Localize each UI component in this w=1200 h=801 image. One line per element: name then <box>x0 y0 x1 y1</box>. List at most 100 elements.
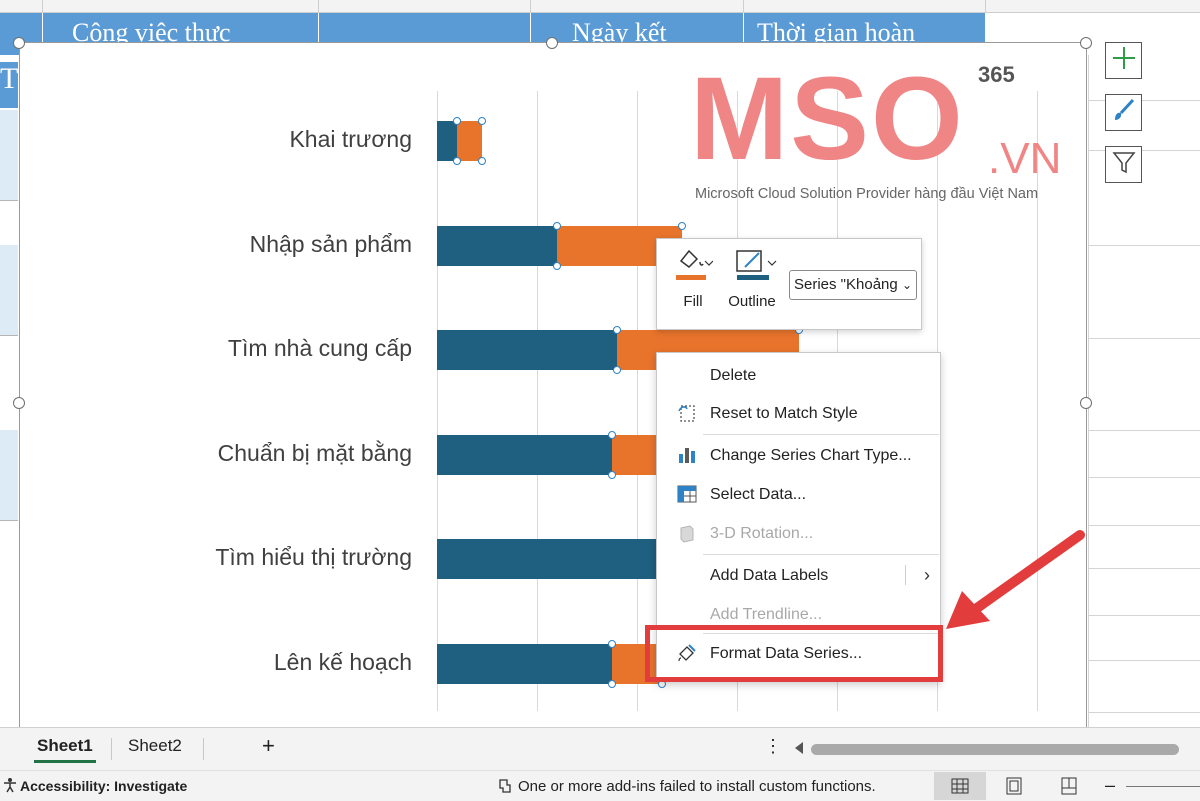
selection-handle[interactable] <box>678 221 686 230</box>
column-header-separator <box>42 0 43 12</box>
accessibility-status[interactable]: Accessibility: Investigate <box>20 778 187 794</box>
cell[interactable] <box>0 155 18 201</box>
plus-icon <box>1111 45 1137 76</box>
fill-button[interactable]: Fill <box>673 245 714 310</box>
category-label: Tìm nhà cung cấp <box>227 335 412 361</box>
status-bar: Accessibility: Investigate One or more a… <box>0 770 1200 801</box>
outline-button[interactable]: Outline <box>723 245 781 310</box>
active-tab-indicator <box>34 760 96 763</box>
gridline <box>1088 660 1200 661</box>
chart-gridline <box>537 91 538 711</box>
menu-item-delete[interactable]: Delete <box>657 357 940 393</box>
bar-duration-segment[interactable] <box>612 434 662 475</box>
zoom-out-button[interactable]: – <box>1105 775 1115 796</box>
tab-sheet2[interactable]: Sheet2 <box>128 736 182 756</box>
selection-handle[interactable] <box>553 261 561 270</box>
selection-handle[interactable] <box>608 470 616 479</box>
selection-handle[interactable] <box>613 326 621 334</box>
selection-handle[interactable] <box>553 221 561 230</box>
highlight-box <box>645 625 943 682</box>
page-layout-icon[interactable] <box>1005 777 1023 799</box>
category-label: Lên kế hoạch <box>273 648 412 675</box>
fill-color-swatch <box>676 275 706 280</box>
selection-handle[interactable] <box>613 366 621 374</box>
reset-style-icon <box>677 403 697 423</box>
menu-item-label: Reset to Match Style <box>710 405 858 422</box>
bar-start-segment[interactable] <box>437 330 617 370</box>
resize-handle-left[interactable] <box>13 397 25 409</box>
resize-handle-top-left[interactable] <box>13 37 25 49</box>
selection-handle[interactable] <box>608 679 616 688</box>
chart-gridline <box>437 91 438 711</box>
bar-start-segment[interactable] <box>437 643 612 684</box>
filter-icon <box>1111 149 1137 180</box>
category-label: Nhập sản phẩm <box>249 230 412 257</box>
menu-item-label: Add Data Labels <box>710 567 829 584</box>
menu-item-change-chart-type[interactable]: Change Series Chart Type... <box>657 437 940 473</box>
column-header-row <box>0 0 1200 13</box>
selection-handle[interactable] <box>608 430 616 439</box>
resize-handle-top[interactable] <box>546 37 558 49</box>
gridline <box>1088 615 1200 616</box>
outline-label: Outline <box>728 293 776 310</box>
menu-item-add-data-labels[interactable]: Add Data Labels › <box>657 557 940 593</box>
chart-type-icon <box>677 445 697 465</box>
scroll-left-icon[interactable] <box>795 742 803 754</box>
addin-warning-icon <box>494 776 514 800</box>
tab-divider <box>203 738 204 760</box>
grid-view-icon <box>951 778 969 798</box>
menu-separator <box>703 554 939 555</box>
brand-watermark: MSO .VN 365 Microsoft Cloud Solution Pro… <box>690 60 1070 208</box>
cell[interactable] <box>0 245 18 336</box>
zoom-slider[interactable] <box>1126 786 1200 787</box>
bar-start-segment[interactable] <box>437 121 457 161</box>
chart-elements-button[interactable] <box>1105 42 1142 79</box>
red-arrow-annotation <box>946 530 1085 629</box>
menu-item-label: Delete <box>710 367 757 384</box>
menu-item-reset-style[interactable]: Reset to Match Style <box>657 395 940 431</box>
paint-bucket-icon <box>673 245 714 279</box>
chevron-down-icon: ⌄ <box>901 278 912 292</box>
normal-view-button[interactable] <box>934 772 986 800</box>
series-selector[interactable]: Series "Khoảng ⌄ <box>789 270 917 300</box>
bar-start-segment[interactable] <box>437 225 557 266</box>
bar-duration-segment[interactable] <box>457 121 482 161</box>
chart-styles-button[interactable] <box>1105 94 1142 131</box>
chart-filters-button[interactable] <box>1105 146 1142 183</box>
column-header-separator <box>985 0 986 12</box>
selection-handle[interactable] <box>478 117 486 125</box>
chart-gridline <box>637 91 638 711</box>
column-header-separator <box>743 0 744 12</box>
selection-handle[interactable] <box>608 639 616 648</box>
column-header-separator <box>318 0 319 12</box>
rotation-3d-icon <box>677 523 697 543</box>
gridline <box>1088 568 1200 569</box>
watermark-logo: MSO <box>690 53 965 185</box>
gridline <box>1088 338 1200 339</box>
menu-item-label: Select Data... <box>710 486 807 503</box>
add-sheet-button[interactable]: + <box>262 733 275 759</box>
gridline <box>1088 525 1200 526</box>
tab-sheet1[interactable]: Sheet1 <box>37 736 93 756</box>
horizontal-scrollbar[interactable] <box>811 744 1179 755</box>
menu-item-label: 3-D Rotation... <box>710 525 814 542</box>
accessibility-icon[interactable] <box>2 777 18 797</box>
category-label: Tìm hiểu thị trường <box>215 544 412 570</box>
selection-handle[interactable] <box>453 117 461 125</box>
menu-item-select-data[interactable]: Select Data... <box>657 476 940 512</box>
brush-icon <box>1111 97 1137 128</box>
format-mini-toolbar[interactable]: Fill Outline Series "Khoảng ⌄ <box>656 238 922 330</box>
status-message: One or more add-ins failed to install cu… <box>518 778 876 795</box>
cell[interactable] <box>0 475 18 521</box>
left-column-cells[interactable] <box>0 55 18 730</box>
bar-start-segment[interactable] <box>437 434 612 475</box>
series-selector-value: Series "Khoảng <box>794 276 898 293</box>
resize-handle-top-right[interactable] <box>1080 37 1092 49</box>
sheet-tab-bar[interactable]: Sheet1 Sheet2 + ⋮ <box>0 727 1200 770</box>
selection-handle[interactable] <box>478 157 486 165</box>
page-break-icon[interactable] <box>1060 777 1078 799</box>
gridline <box>1088 477 1200 478</box>
selection-handle[interactable] <box>453 157 461 165</box>
more-options-icon[interactable]: ⋮ <box>764 736 782 757</box>
resize-handle-right[interactable] <box>1080 397 1092 409</box>
